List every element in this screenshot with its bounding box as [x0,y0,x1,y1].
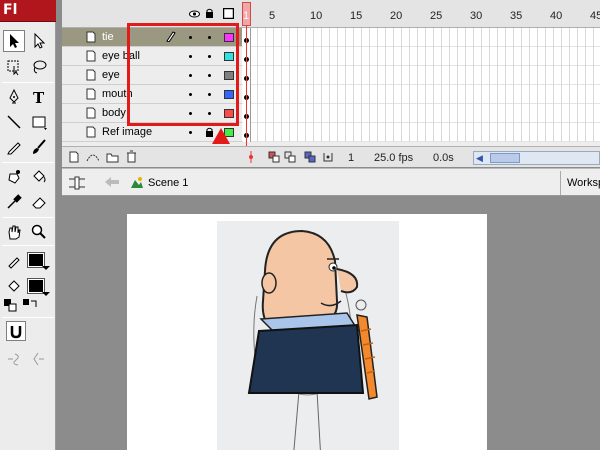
layer-name[interactable]: body [102,107,126,119]
layer-name[interactable]: Ref image [102,126,152,138]
frame-number: 20 [390,10,403,22]
smooth-icon[interactable] [3,348,25,370]
toolbar-divider [2,245,54,246]
outline-column-icon[interactable] [222,7,235,22]
frame-rate-readout[interactable]: 25.0 fps [374,152,413,164]
flash-app-window: Fl T 1 5 10 15 20 25 30 35 40 45 tie eye… [0,0,600,450]
scene-icon [130,176,144,192]
layer-icon [86,107,96,119]
toolbar-divider [2,217,54,218]
layer-name[interactable]: eye [102,69,120,81]
scrollbar-thumb[interactable] [490,153,520,163]
playhead-line [246,26,247,164]
onion-skin-icon[interactable] [268,151,280,166]
tools-panel: Fl T [0,0,56,450]
rectangle-tool-icon[interactable] [28,111,50,133]
frame-number: 1 [243,10,250,22]
eyedropper-tool-icon[interactable] [3,191,25,213]
free-transform-tool-icon[interactable] [3,56,25,78]
fill-color-bucket-icon [3,276,25,298]
reference-image[interactable] [217,221,399,450]
keyframe[interactable] [243,85,251,104]
layer-icon [86,31,96,43]
swap-colors-icon[interactable] [22,298,38,314]
frame-number: 15 [350,10,363,22]
flash-logo: Fl [0,0,56,22]
logo-text: Fl [3,2,18,18]
pencil-tool-icon[interactable] [3,136,25,158]
layer-icon [86,50,96,62]
current-frame-readout: 1 [348,152,355,164]
eraser-tool-icon[interactable] [28,191,50,213]
paint-bucket-tool-icon[interactable] [28,166,50,188]
keyframe[interactable] [243,47,251,66]
layer-name[interactable]: tie [102,31,114,43]
back-arrow-icon[interactable] [104,176,120,191]
straighten-icon[interactable] [28,348,50,370]
timeline-panel: 1 5 10 15 20 25 30 35 40 45 tie eye ball [62,0,600,167]
fill-color-swatch[interactable] [27,278,45,294]
timeline-status-bar: 1 25.0 fps 0.0s ◀ [62,146,600,167]
elapsed-time-readout: 0.0s [433,152,454,164]
zoom-tool-icon[interactable] [28,221,50,243]
edit-multiple-frames-icon[interactable] [304,151,316,166]
cartoon-character-drawing [247,229,378,450]
subselection-tool-icon[interactable] [28,30,50,52]
stage[interactable] [127,214,487,450]
frame-number: 35 [510,10,523,22]
brush-tool-icon[interactable] [28,136,50,158]
visibility-dot-icon[interactable] [189,131,192,134]
text-tool-icon[interactable]: T [28,86,50,108]
keyframe[interactable] [243,123,251,142]
highlight-arrow [212,128,230,144]
ink-bottle-tool-icon[interactable] [3,166,25,188]
layer-icon [86,88,96,100]
frames-grid[interactable] [242,28,600,142]
toolbar-divider [2,317,54,318]
fill-color-dropdown-icon[interactable] [42,292,50,296]
timeline-toggle-icon[interactable] [68,175,86,194]
frame-number: 40 [550,10,563,22]
edit-bar: Scene 1 Worksp [62,168,600,196]
eye-visibility-column-icon[interactable] [189,9,200,21]
frame-number: 25 [430,10,443,22]
insert-layer-icon[interactable] [68,151,80,166]
add-motion-guide-icon[interactable] [86,151,100,166]
pasteboard [62,197,600,450]
keyframe[interactable] [243,66,251,85]
hand-tool-icon[interactable] [3,221,25,243]
svg-text:T: T [33,89,45,106]
keyframe[interactable] [243,104,251,123]
snap-to-objects-icon[interactable] [6,321,26,341]
toolbar-divider [2,82,54,83]
frame-number: 5 [269,10,276,22]
line-tool-icon[interactable] [3,111,25,133]
frame-number: 30 [470,10,483,22]
scroll-left-icon[interactable]: ◀ [476,153,483,164]
center-frame-icon[interactable] [246,151,256,166]
scene-label[interactable]: Scene 1 [148,177,188,189]
default-colors-icon[interactable] [3,298,19,314]
workspace-button[interactable]: Worksp [560,171,600,195]
delete-layer-icon[interactable] [126,150,137,166]
toolbar-divider [2,162,54,163]
stroke-color-swatch[interactable] [27,252,45,268]
layer-icon [86,69,96,81]
frame-number: 10 [310,10,323,22]
lock-column-icon[interactable] [205,8,214,21]
stroke-color-dropdown-icon[interactable] [42,266,50,270]
stroke-color-pencil-icon [3,250,25,272]
layers-highlight-box [127,23,239,126]
modify-onion-markers-icon[interactable] [322,151,334,166]
layer-icon [86,126,96,138]
frame-number: 45 [590,10,600,22]
pen-tool-icon[interactable] [3,86,25,108]
keyframe[interactable] [243,28,251,47]
onion-skin-outlines-icon[interactable] [284,151,296,166]
selection-tool-icon[interactable] [3,30,25,52]
lasso-tool-icon[interactable] [28,56,50,78]
timeline-horizontal-scrollbar[interactable]: ◀ [473,151,600,165]
insert-folder-icon[interactable] [106,151,119,166]
